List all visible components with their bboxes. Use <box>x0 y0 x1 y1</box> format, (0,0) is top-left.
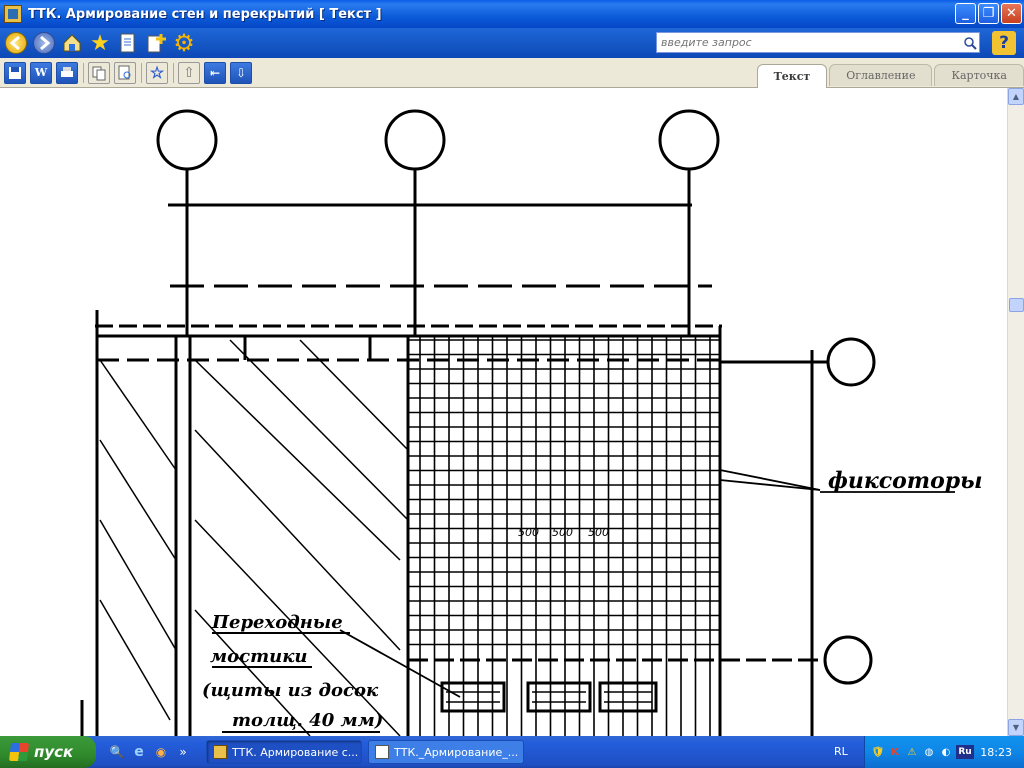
document-toolbar: W ☆ ⇧ ⇤ ⇩ Текст Оглавление Карточка <box>0 58 1024 88</box>
toolbar-separator <box>173 62 174 83</box>
label-bridges-line3: (щиты из досок <box>202 680 379 701</box>
label-fixators: фиксоторы <box>828 468 983 494</box>
back-button[interactable] <box>4 31 28 55</box>
back-arrow-icon <box>5 32 27 54</box>
taskbar-item-2[interactable]: ТТК._Армирование_... <box>368 740 524 764</box>
upload-icon[interactable]: ⇧ <box>178 61 200 84</box>
bookmark-star-icon[interactable]: ☆ <box>146 61 168 84</box>
title-bar: ТТК. Армирование стен и перекрытий [ Тек… <box>0 0 1024 28</box>
clock: 18:23 <box>980 745 1012 759</box>
main-toolbar: ★ ⚙ ? <box>0 28 1024 58</box>
warning-icon[interactable]: ⚠ <box>905 745 919 759</box>
label-bridges-line1: Переходные <box>211 612 343 633</box>
search-input[interactable] <box>657 33 961 52</box>
window-controls: _ ❐ ✕ <box>955 3 1022 24</box>
dim-label-1: 500 <box>518 526 539 539</box>
document-view: 500 500 500 фиксоторы Переходные мостики… <box>0 88 1007 736</box>
search-quicklaunch-icon[interactable]: 🔍 <box>108 743 126 761</box>
download-icon[interactable]: ⇩ <box>230 61 252 84</box>
star-icon: ★ <box>90 30 110 56</box>
copy-icon[interactable] <box>88 61 110 84</box>
start-button[interactable]: пуск <box>0 736 96 768</box>
scroll-down-button[interactable]: ▼ <box>1008 719 1024 736</box>
tab-text[interactable]: Текст <box>756 64 828 88</box>
home-icon <box>63 34 81 52</box>
volume-icon[interactable]: ◐ <box>939 745 953 759</box>
label-bridges-line2: мостики <box>210 646 307 667</box>
tab-contents[interactable]: Оглавление <box>829 64 933 86</box>
keyboard-layout-icon[interactable]: Ru <box>956 745 974 759</box>
close-button[interactable]: ✕ <box>1001 3 1022 24</box>
favorites-button[interactable]: ★ <box>88 30 112 56</box>
home-button[interactable] <box>60 31 84 55</box>
tab-card[interactable]: Карточка <box>934 64 1024 86</box>
app-icon <box>213 745 227 759</box>
vertical-scrollbar[interactable]: ▲ ▼ <box>1007 88 1024 736</box>
new-document-button[interactable] <box>144 31 168 55</box>
minimize-button[interactable]: _ <box>955 3 976 24</box>
help-button[interactable]: ? <box>992 31 1016 55</box>
dim-label-2: 500 <box>552 526 573 539</box>
taskbar: пуск 🔍 e ◉ » ТТК. Армирование с... ТТК._… <box>0 736 1024 768</box>
label-bridges-line4: толщ. 40 мм) <box>232 710 383 731</box>
document-icon <box>120 33 135 53</box>
gear-icon: ⚙ <box>173 29 195 57</box>
app-icon <box>4 5 22 23</box>
print-icon[interactable] <box>56 61 78 84</box>
language-indicator[interactable]: RL <box>834 745 848 758</box>
antivirus-icon[interactable]: K <box>888 745 902 759</box>
start-label: пуск <box>34 743 74 761</box>
taskbar-item-1[interactable]: ТТК. Армирование с... <box>206 740 362 764</box>
toolbar-separator <box>83 62 84 83</box>
scroll-thumb[interactable] <box>1009 298 1024 312</box>
preview-icon[interactable] <box>114 61 136 84</box>
window-title: ТТК. Армирование стен и перекрытий [ Тек… <box>28 6 382 22</box>
settings-button[interactable]: ⚙ <box>172 29 196 57</box>
word-export-icon[interactable]: W <box>30 61 52 84</box>
more-quicklaunch-icon[interactable]: » <box>174 743 192 761</box>
quick-launch: 🔍 e ◉ » <box>108 743 192 761</box>
network-icon[interactable]: ◍ <box>922 745 936 759</box>
system-tray: 🛡 K ⚠ ◍ ◐ Ru 18:23 <box>864 736 1024 768</box>
search-box <box>656 32 980 53</box>
taskbar-item-label: ТТК._Армирование_... <box>394 745 519 759</box>
forward-arrow-icon <box>33 32 55 54</box>
save-icon[interactable] <box>4 61 26 84</box>
document-app-icon <box>375 745 389 759</box>
reinforcement-drawing: 500 500 500 фиксоторы Переходные мостики… <box>80 109 983 736</box>
maximize-button[interactable]: ❐ <box>978 3 999 24</box>
browser-icon[interactable]: e <box>130 743 148 761</box>
toolbar-separator <box>141 62 142 83</box>
document-button[interactable] <box>116 31 140 55</box>
dim-label-3: 500 <box>588 526 609 539</box>
view-tabs: Текст Оглавление Карточка <box>756 64 1024 88</box>
windows-logo-icon <box>9 743 29 761</box>
go-back-icon[interactable]: ⇤ <box>204 61 226 84</box>
add-document-icon <box>147 34 166 53</box>
shield-icon[interactable]: 🛡 <box>871 745 885 759</box>
forward-button[interactable] <box>32 31 56 55</box>
scroll-up-button[interactable]: ▲ <box>1008 88 1024 105</box>
media-icon[interactable]: ◉ <box>152 743 170 761</box>
taskbar-item-label: ТТК. Армирование с... <box>232 745 359 759</box>
search-icon[interactable] <box>961 34 979 52</box>
